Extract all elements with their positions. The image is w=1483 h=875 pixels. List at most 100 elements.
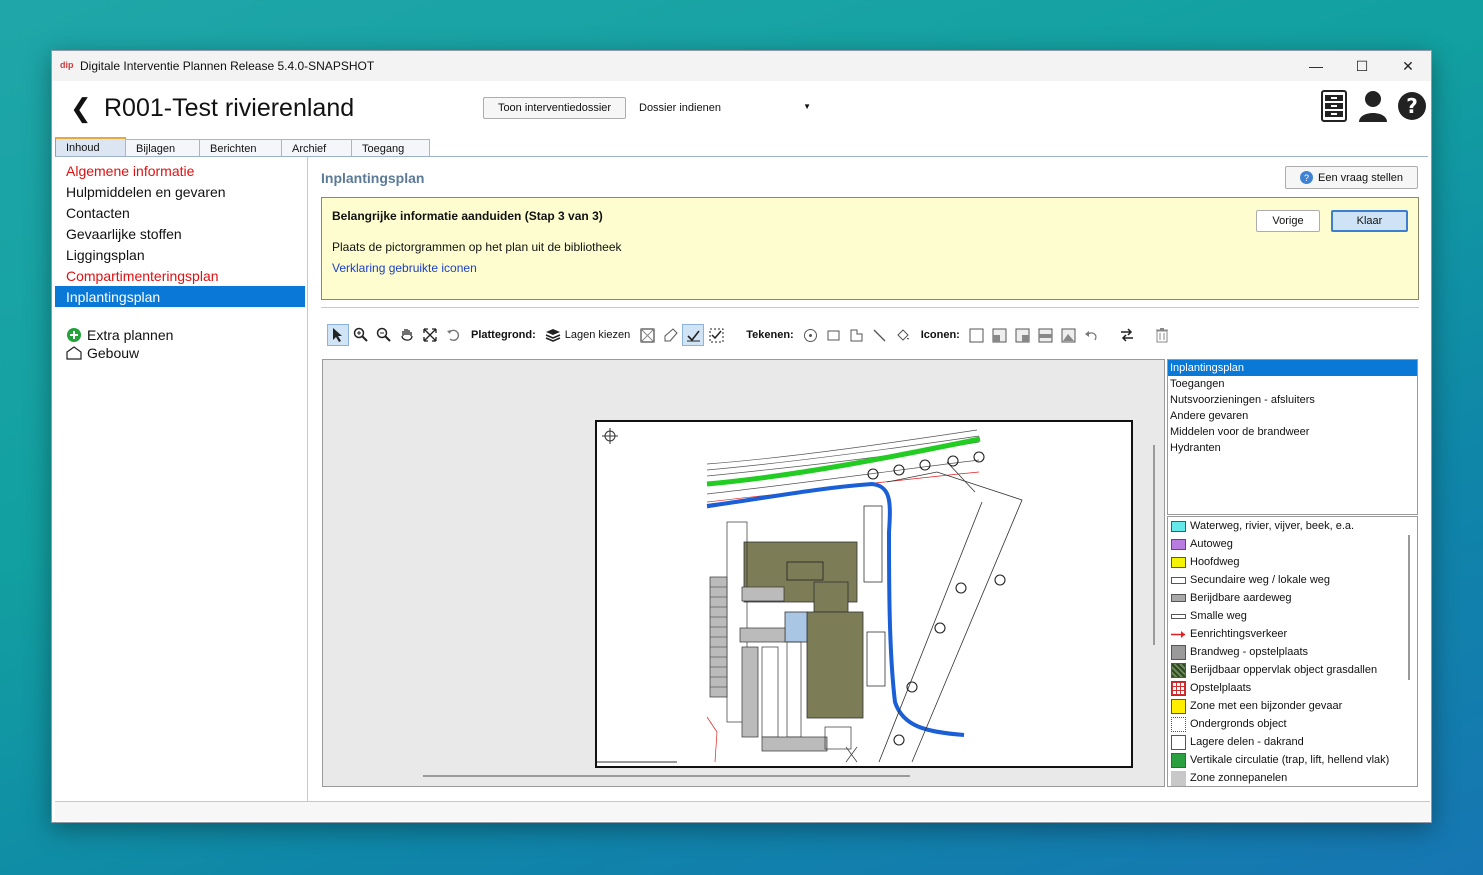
- icon-half-icon[interactable]: [1035, 324, 1057, 346]
- legend-item[interactable]: Berijdbaar oppervlak object grasdallen: [1168, 661, 1417, 679]
- een-vraag-stellen-button[interactable]: ? Een vraag stellen: [1285, 166, 1418, 189]
- legend-item[interactable]: Vertikale circulatie (trap, lift, hellen…: [1168, 751, 1417, 769]
- legend-item[interactable]: Hoofdweg: [1168, 553, 1417, 571]
- help-icon[interactable]: ?: [1396, 89, 1428, 123]
- draw-polygon-icon[interactable]: [846, 324, 868, 346]
- minimize-icon[interactable]: —: [1293, 51, 1339, 81]
- tab-toegang[interactable]: Toegang: [351, 139, 430, 157]
- swap-icon[interactable]: [1116, 324, 1138, 346]
- vraag-label: Een vraag stellen: [1318, 171, 1403, 184]
- maximize-icon[interactable]: ☐: [1339, 51, 1385, 81]
- map-horizontal-scrollbar[interactable]: [423, 775, 910, 777]
- close-icon[interactable]: ✕: [1385, 51, 1431, 81]
- sidebar-item-hulpmiddelen[interactable]: Hulpmiddelen en gevaren: [55, 181, 305, 202]
- legend-item[interactable]: Eenrichtingsverkeer: [1168, 625, 1417, 643]
- fill-bucket-icon[interactable]: [892, 324, 914, 346]
- rotate-icon[interactable]: [442, 324, 464, 346]
- undo-icon[interactable]: [1081, 324, 1103, 346]
- verklaring-iconen-link[interactable]: Verklaring gebruikte iconen: [332, 261, 477, 275]
- check-dotted-icon[interactable]: [705, 324, 727, 346]
- icon-empty-icon[interactable]: [966, 324, 988, 346]
- extra-plannen-item[interactable]: Extra plannen: [55, 326, 307, 344]
- legend-item[interactable]: Zone met een bijzonder gevaar: [1168, 697, 1417, 715]
- sidebar-item-liggingsplan[interactable]: Liggingsplan: [55, 244, 305, 265]
- add-circle-icon: [66, 328, 82, 342]
- vorige-button[interactable]: Vorige: [1256, 210, 1320, 232]
- dossier-select[interactable]: Dossier indienen ▼: [635, 97, 813, 119]
- extra-plannen-label: Extra plannen: [87, 327, 174, 343]
- app-logo-icon: dip: [60, 60, 74, 70]
- user-icon[interactable]: [1357, 89, 1389, 123]
- lagen-kiezen-button[interactable]: Lagen kiezen: [565, 329, 630, 341]
- tab-archief[interactable]: Archief: [281, 139, 352, 157]
- info-title: Belangrijke informatie aanduiden (Stap 3…: [332, 209, 603, 223]
- fit-extent-icon[interactable]: [419, 324, 441, 346]
- sidebar-item-algemene-informatie[interactable]: Algemene informatie: [55, 160, 305, 181]
- svg-text:?: ?: [1406, 94, 1418, 118]
- check-layer-icon[interactable]: [682, 324, 705, 346]
- layer-item[interactable]: Nutsvoorzieningen - afsluiters: [1168, 392, 1417, 408]
- legend-item[interactable]: Secundaire weg / lokale weg: [1168, 571, 1417, 589]
- tab-berichten[interactable]: Berichten: [199, 139, 282, 157]
- klaar-button[interactable]: Klaar: [1331, 210, 1408, 232]
- edit-shape-icon[interactable]: [659, 324, 681, 346]
- north-arrow-icon: [602, 428, 618, 444]
- house-icon: [66, 346, 82, 360]
- question-icon: ?: [1300, 171, 1313, 184]
- draw-point-icon[interactable]: [800, 324, 822, 346]
- window-title: Digitale Interventie Plannen Release 5.4…: [80, 59, 375, 73]
- iconen-label: Iconen:: [920, 329, 960, 341]
- zoom-in-icon[interactable]: [350, 324, 372, 346]
- sidebar-item-gevaarlijke-stoffen[interactable]: Gevaarlijke stoffen: [55, 223, 305, 244]
- section-title: Inplantingsplan: [321, 170, 425, 186]
- pan-hand-icon[interactable]: [396, 324, 418, 346]
- map-canvas[interactable]: [322, 359, 1165, 787]
- legend-item[interactable]: Brandweg - opstelplaats: [1168, 643, 1417, 661]
- layer-item[interactable]: Toegangen: [1168, 376, 1417, 392]
- trash-icon[interactable]: [1151, 324, 1173, 346]
- legend-item[interactable]: Berijdbare aardeweg: [1168, 589, 1417, 607]
- legend-scrollbar[interactable]: [1408, 535, 1410, 680]
- dossier-select-value: Dossier indienen: [639, 102, 721, 114]
- layers-icon[interactable]: [542, 324, 564, 346]
- back-arrow-icon[interactable]: ❮: [70, 93, 92, 123]
- draw-line-icon[interactable]: [869, 324, 891, 346]
- map-toolbar: Plattegrond: Lagen kiezen Tekenen: Icone…: [327, 323, 1417, 347]
- legend-item[interactable]: Zone zonnepanelen: [1168, 769, 1417, 786]
- icon-corner-right-icon[interactable]: [1012, 324, 1034, 346]
- zoom-out-icon[interactable]: [373, 324, 395, 346]
- icon-corner-icon[interactable]: [989, 324, 1011, 346]
- layer-item[interactable]: Middelen voor de brandweer: [1168, 424, 1417, 440]
- tab-inhoud[interactable]: Inhoud: [55, 137, 126, 157]
- divider: [321, 307, 1419, 308]
- draw-rectangle-icon[interactable]: [823, 324, 845, 346]
- sidebar-item-compartimenteringsplan[interactable]: Compartimenteringsplan: [55, 265, 305, 286]
- select-pointer-icon[interactable]: [327, 324, 349, 346]
- legend-item[interactable]: Lagere delen - dakrand: [1168, 733, 1417, 751]
- sidebar-item-contacten[interactable]: Contacten: [55, 202, 305, 223]
- sidebar-item-inplantingsplan[interactable]: Inplantingsplan: [55, 286, 305, 307]
- tekenen-label: Tekenen:: [746, 329, 794, 341]
- tab-bijlagen[interactable]: Bijlagen: [125, 139, 200, 157]
- gebouw-label: Gebouw: [87, 345, 140, 361]
- grid-toggle-icon[interactable]: [636, 324, 658, 346]
- app-header: ❮ R001-Test rivierenland Toon interventi…: [52, 81, 1431, 137]
- legend-item[interactable]: Ondergronds object: [1168, 715, 1417, 733]
- layer-item[interactable]: Inplantingsplan: [1168, 360, 1417, 376]
- file-cabinet-icon[interactable]: [1318, 89, 1350, 123]
- sidebar: Algemene informatie Hulpmiddelen en geva…: [55, 157, 308, 801]
- title-bar: dip Digitale Interventie Plannen Release…: [52, 51, 1431, 81]
- gebouw-item[interactable]: Gebouw: [55, 344, 307, 362]
- map-vertical-scrollbar[interactable]: [1153, 445, 1155, 645]
- legend-item[interactable]: Smalle weg: [1168, 607, 1417, 625]
- layer-item[interactable]: Andere gevaren: [1168, 408, 1417, 424]
- legend-item[interactable]: Autoweg: [1168, 535, 1417, 553]
- legend-item[interactable]: Opstelplaats: [1168, 679, 1417, 697]
- chevron-down-icon: ▼: [803, 102, 811, 111]
- site-plan: [595, 420, 1133, 768]
- toon-interventiedossier-button[interactable]: Toon interventiedossier: [483, 97, 626, 119]
- layer-item[interactable]: Hydranten: [1168, 440, 1417, 456]
- legend-item[interactable]: Waterweg, rivier, vijver, beek, e.a.: [1168, 517, 1417, 535]
- icon-image-icon[interactable]: [1058, 324, 1080, 346]
- info-box: Belangrijke informatie aanduiden (Stap 3…: [321, 197, 1419, 300]
